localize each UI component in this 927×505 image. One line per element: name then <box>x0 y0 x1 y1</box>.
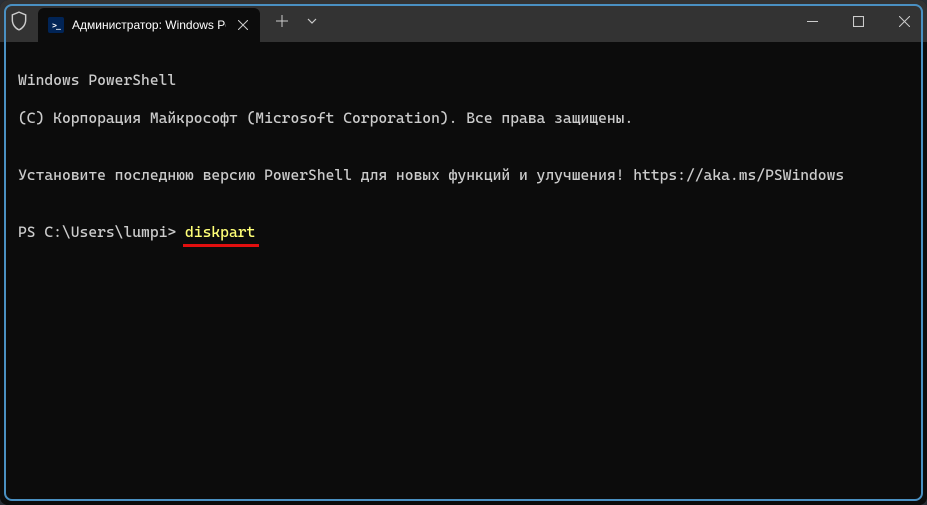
new-tab-button[interactable] <box>266 5 298 37</box>
terminal-window: Администратор: Windows Po <box>0 0 927 505</box>
annotation-underline <box>183 244 259 247</box>
tab-close-button[interactable] <box>234 16 252 34</box>
tab-title: Администратор: Windows Po <box>72 18 226 32</box>
prompt-line: PS C:\Users\lumpi> diskpart <box>18 223 909 242</box>
output-line: Windows PowerShell <box>18 71 909 90</box>
prompt: PS C:\Users\lumpi> <box>18 223 185 242</box>
command-wrap: diskpart <box>185 223 255 242</box>
output-line: (C) Корпорация Майкрософт (Microsoft Cor… <box>18 109 909 128</box>
minimize-button[interactable] <box>789 0 835 42</box>
shield-icon <box>0 0 38 42</box>
titlebar: Администратор: Windows Po <box>0 0 927 42</box>
command-input: diskpart <box>185 223 255 241</box>
powershell-icon <box>48 17 64 33</box>
window-close-button[interactable] <box>881 0 927 42</box>
window-controls <box>789 0 927 42</box>
tab-dropdown-button[interactable] <box>298 5 326 37</box>
output-line: Установите последнюю версию PowerShell д… <box>18 166 909 185</box>
active-tab[interactable]: Администратор: Windows Po <box>38 8 260 42</box>
terminal-output[interactable]: Windows PowerShell (C) Корпорация Майкро… <box>0 42 927 505</box>
maximize-button[interactable] <box>835 0 881 42</box>
